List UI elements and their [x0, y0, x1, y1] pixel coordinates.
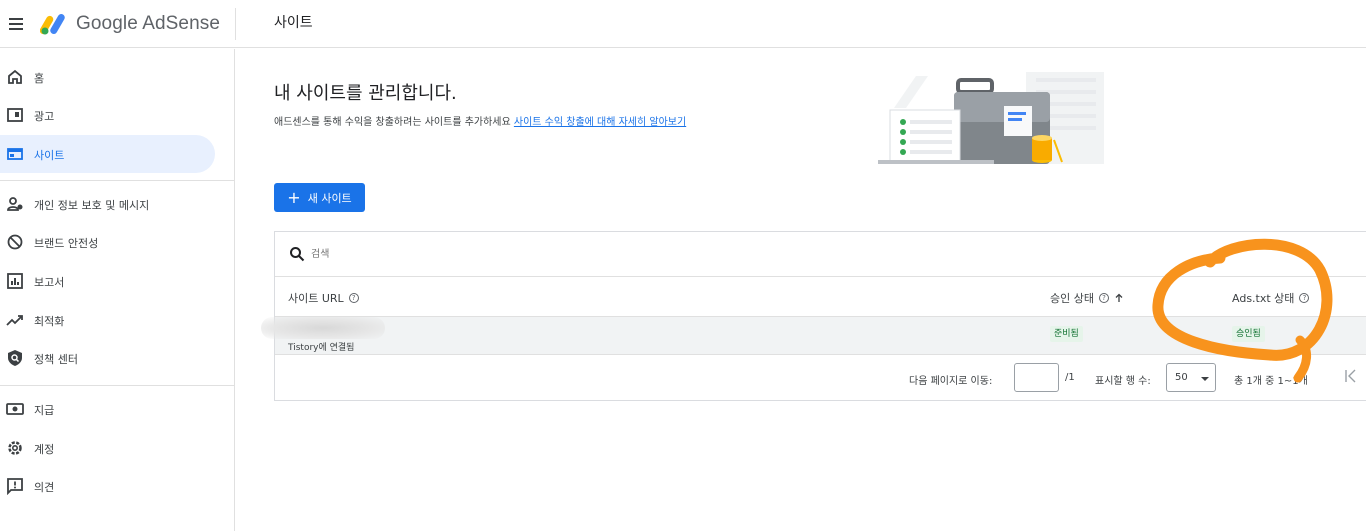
- sidebar-item-label: 의견: [34, 481, 55, 494]
- sidebar-item-label: 지급: [34, 404, 55, 417]
- sites-table: 사이트 URL ? 승인 상태 ? Ads.txt 상태 ? Tistory에 …: [261, 231, 1366, 401]
- app-title: Google AdSense: [76, 13, 221, 34]
- sidebar-item-brand-safety[interactable]: 브랜드 안전성: [0, 223, 215, 261]
- policy-icon: [8, 350, 22, 366]
- site-url-redacted: [261, 317, 385, 339]
- sidebar-item-label: 브랜드 안전성: [34, 237, 99, 250]
- sidebar-item-account[interactable]: 계정: [0, 429, 215, 467]
- help-icon[interactable]: ?: [1299, 293, 1310, 303]
- trending-icon: [6, 315, 23, 326]
- approval-status-badge: 준비됨: [1050, 326, 1083, 342]
- page-title: 사이트: [274, 15, 313, 31]
- ads-icon: [7, 108, 23, 122]
- block-icon: [7, 234, 23, 250]
- sidebar-item-policy-center[interactable]: 정책 센터: [0, 339, 215, 377]
- sidebar-item-label: 최적화: [34, 315, 65, 328]
- column-header-url[interactable]: 사이트 URL ?: [288, 290, 359, 306]
- adsense-logo-icon: [40, 14, 65, 35]
- arrow-up-icon: [1115, 293, 1123, 302]
- help-icon[interactable]: ?: [1098, 293, 1109, 303]
- column-label: 사이트 URL: [288, 292, 344, 305]
- page-heading: 내 사이트를 관리합니다.: [274, 83, 457, 104]
- page-subtitle: 애드센스를 통해 수익을 창출하려는 사이트를 추가하세요 사이트 수익 창출에…: [274, 113, 686, 128]
- total-pages: /1: [1065, 372, 1075, 383]
- sidebar: 홈 광고 사이트 개인 정보 보호 및 메시지 브랜드 안전성 보고서 최적화 …: [0, 49, 235, 531]
- sidebar-item-home[interactable]: 홈: [0, 58, 215, 96]
- feedback-icon: [7, 478, 23, 495]
- column-header-ads-txt[interactable]: Ads.txt 상태 ?: [1232, 290, 1310, 306]
- sidebar-item-label: 개인 정보 보호 및 메시지: [34, 199, 150, 212]
- sidebar-item-label: 광고: [34, 110, 55, 123]
- table-row[interactable]: Tistory에 연결됨 준비됨 승인됨: [261, 317, 1366, 355]
- rows-per-page-label: 표시할 행 수:: [1095, 376, 1151, 387]
- pagination-range: 총 1개 중 1~1개: [1234, 376, 1308, 387]
- sidebar-item-sites[interactable]: 사이트: [0, 135, 215, 173]
- sidebar-item-reports[interactable]: 보고서: [0, 262, 215, 300]
- chevron-down-icon: [1201, 377, 1209, 381]
- new-site-button-label: 새 사이트: [307, 191, 352, 205]
- sites-illustration: [878, 72, 1104, 164]
- sidebar-item-payments[interactable]: 지급: [0, 390, 215, 428]
- top-app-bar: Google AdSense 사이트: [0, 0, 1366, 48]
- sidebar-item-label: 홈: [34, 72, 45, 85]
- sidebar-item-optimization[interactable]: 최적화: [0, 301, 215, 339]
- sidebar-item-label: 계정: [34, 443, 55, 456]
- column-label: Ads.txt 상태: [1232, 292, 1295, 305]
- table-header: 사이트 URL ? 승인 상태 ? Ads.txt 상태 ?: [275, 277, 1366, 317]
- help-icon[interactable]: ?: [348, 293, 359, 303]
- sidebar-item-label: 정책 센터: [34, 353, 78, 366]
- home-icon: [8, 69, 22, 84]
- column-label: 승인 상태: [1050, 292, 1094, 305]
- first-page-icon[interactable]: [1343, 368, 1359, 384]
- menu-icon[interactable]: [6, 12, 28, 34]
- sidebar-item-label: 보고서: [34, 276, 65, 289]
- search-icon: [290, 247, 305, 262]
- adsense-logo[interactable]: Google AdSense: [40, 10, 220, 38]
- sidebar-item-ads[interactable]: 광고: [0, 96, 215, 134]
- sites-icon: [7, 148, 23, 160]
- table-pagination: 다음 페이지로 이동: /1 표시할 행 수: 50 총 1개 중 1~1개: [275, 355, 1366, 401]
- privacy-icon: [7, 197, 23, 211]
- reports-icon: [7, 273, 23, 289]
- gear-icon: [8, 441, 22, 455]
- add-icon: +: [287, 187, 301, 207]
- connection-status: Tistory에 연결됨: [288, 343, 355, 353]
- subtitle-text: 애드센스를 통해 수익을 창출하려는 사이트를 추가하세요: [274, 117, 511, 128]
- sidebar-divider: [0, 180, 235, 181]
- payments-icon: [6, 403, 24, 415]
- rows-per-page-value: 50: [1175, 372, 1188, 383]
- table-search-bar: [275, 232, 1366, 277]
- sidebar-item-privacy[interactable]: 개인 정보 보호 및 메시지: [0, 185, 215, 223]
- sidebar-divider: [0, 385, 235, 386]
- learn-more-link[interactable]: 사이트 수익 창출에 대해 자세히 알아보기: [514, 117, 686, 128]
- topbar-divider: [235, 8, 236, 40]
- column-header-approval[interactable]: 승인 상태 ?: [1050, 290, 1124, 306]
- search-input[interactable]: [311, 244, 911, 264]
- ads-txt-status-badge: 승인됨: [1232, 326, 1265, 342]
- goto-page-label: 다음 페이지로 이동:: [909, 376, 993, 387]
- page-number-input[interactable]: [1014, 363, 1059, 392]
- sidebar-item-feedback[interactable]: 의견: [0, 467, 215, 505]
- sidebar-item-label: 사이트: [34, 149, 65, 162]
- rows-per-page-select[interactable]: 50: [1166, 363, 1216, 392]
- new-site-button[interactable]: + 새 사이트: [274, 183, 365, 212]
